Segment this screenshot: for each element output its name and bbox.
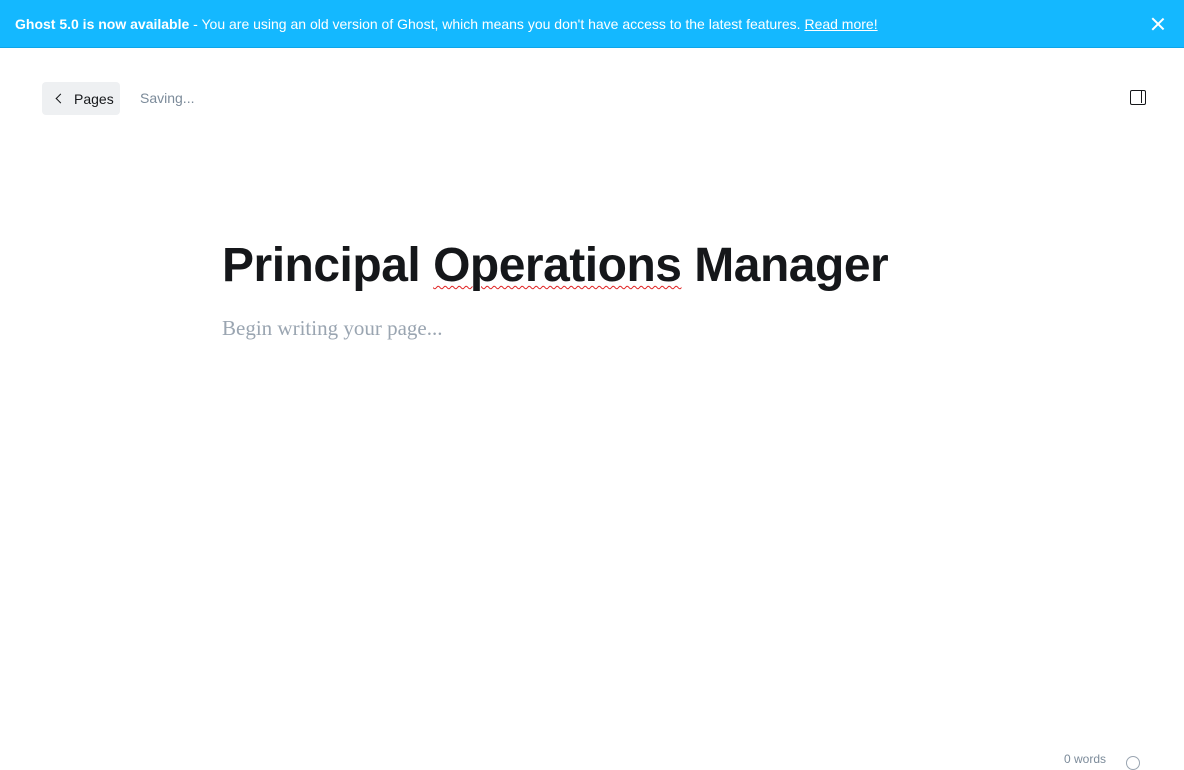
word-count: 0 words xyxy=(1064,752,1107,766)
banner-headline: Ghost 5.0 is now available xyxy=(15,16,190,32)
title-part: Manager xyxy=(681,239,889,292)
banner-message: - You are using an old version of Ghost,… xyxy=(189,16,805,32)
read-more-link[interactable]: Read more! xyxy=(804,16,877,32)
close-icon[interactable] xyxy=(1150,16,1166,32)
back-button-label: Pages xyxy=(74,90,114,107)
sidebar-toggle-icon[interactable] xyxy=(1130,90,1146,105)
help-icon[interactable] xyxy=(1126,756,1140,770)
title-misspelled-word: Operations xyxy=(433,239,682,292)
upgrade-banner: Ghost 5.0 is now available - You are usi… xyxy=(0,0,1184,48)
save-status: Saving... xyxy=(140,90,195,106)
back-to-pages-button[interactable]: Pages xyxy=(42,82,120,115)
title-part: Principal xyxy=(222,239,434,292)
page-title[interactable]: Principal Operations Manager xyxy=(222,238,889,293)
chevron-left-icon xyxy=(55,93,66,104)
editor-body-placeholder[interactable]: Begin writing your page... xyxy=(222,316,442,341)
